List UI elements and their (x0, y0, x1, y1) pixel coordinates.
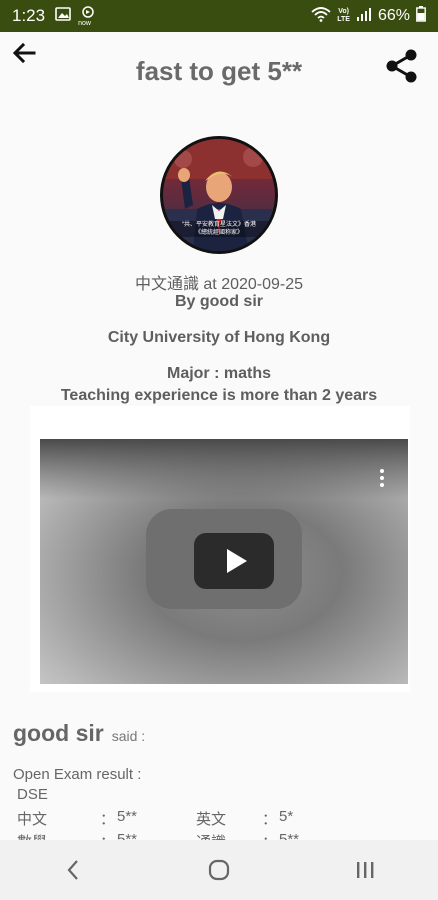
share-button[interactable] (384, 48, 420, 84)
said-row: good sir said : (13, 720, 145, 747)
avatar-caption-line1: “共、平安教育星法文》香港 (182, 222, 256, 228)
signal-icon (356, 7, 372, 26)
status-time: 1:23 (12, 6, 46, 25)
screen: 1:23 now Vo) LTE 66% fast to get 5** “共、… (0, 0, 438, 900)
nav-home-button[interactable] (199, 850, 239, 890)
home-circle-icon (208, 859, 230, 881)
avatar-caption: “共、平安教育星法文》香港 《總統經國称家》 (163, 221, 275, 237)
avatar-caption-line2: 《總統經國称家》 (194, 230, 243, 236)
tutor-avatar: “共、平安教育星法文》香港 《總統經國称家》 (160, 136, 278, 254)
video-top-shade (40, 439, 408, 499)
by-author: By good sir (174, 293, 263, 310)
teaching-experience: Teaching experience is more than 2 years (60, 387, 378, 404)
lte-label-bottom: LTE (337, 16, 350, 23)
exam-type: DSE (17, 786, 48, 803)
nav-back-button[interactable] (53, 850, 93, 890)
subject-date: 中文通識 at 2020-09-25 (134, 276, 304, 293)
share-icon (386, 49, 417, 83)
battery-percent: 66% (377, 7, 410, 24)
nav-recents-button[interactable] (345, 850, 385, 890)
lte-indicator: Vo) LTE (337, 8, 350, 24)
gallery-icon (55, 6, 71, 26)
said-author-name: good sir (13, 720, 104, 746)
system-nav-bar (0, 840, 438, 900)
video-card (30, 406, 410, 692)
lte-label-top: Vo) (338, 8, 349, 15)
status-bar: 1:23 now Vo) LTE 66% (0, 0, 438, 32)
page-title: fast to get 5** (135, 56, 303, 86)
major: Major : maths (166, 365, 271, 382)
wifi-icon (311, 6, 331, 27)
recents-icon (357, 862, 374, 878)
grade-separator: ： (100, 811, 116, 828)
university: City University of Hong Kong (107, 329, 331, 346)
grade-subject: 英文 (196, 811, 227, 828)
said-label: said : (111, 728, 146, 744)
grade-subject: 中文 (17, 811, 48, 828)
now-app-label: now (78, 19, 91, 27)
grade-value: 5* (279, 808, 294, 825)
video-player[interactable] (40, 439, 408, 684)
more-vertical-icon[interactable] (378, 469, 386, 491)
grade-separator: ： (262, 811, 278, 828)
status-right: Vo) LTE 66% (311, 5, 426, 27)
exam-result-label: Open Exam result : (13, 766, 142, 783)
play-button[interactable] (194, 533, 274, 589)
battery-icon (416, 5, 426, 27)
grade-value: 5** (117, 808, 138, 825)
chevron-left-icon (67, 860, 78, 880)
